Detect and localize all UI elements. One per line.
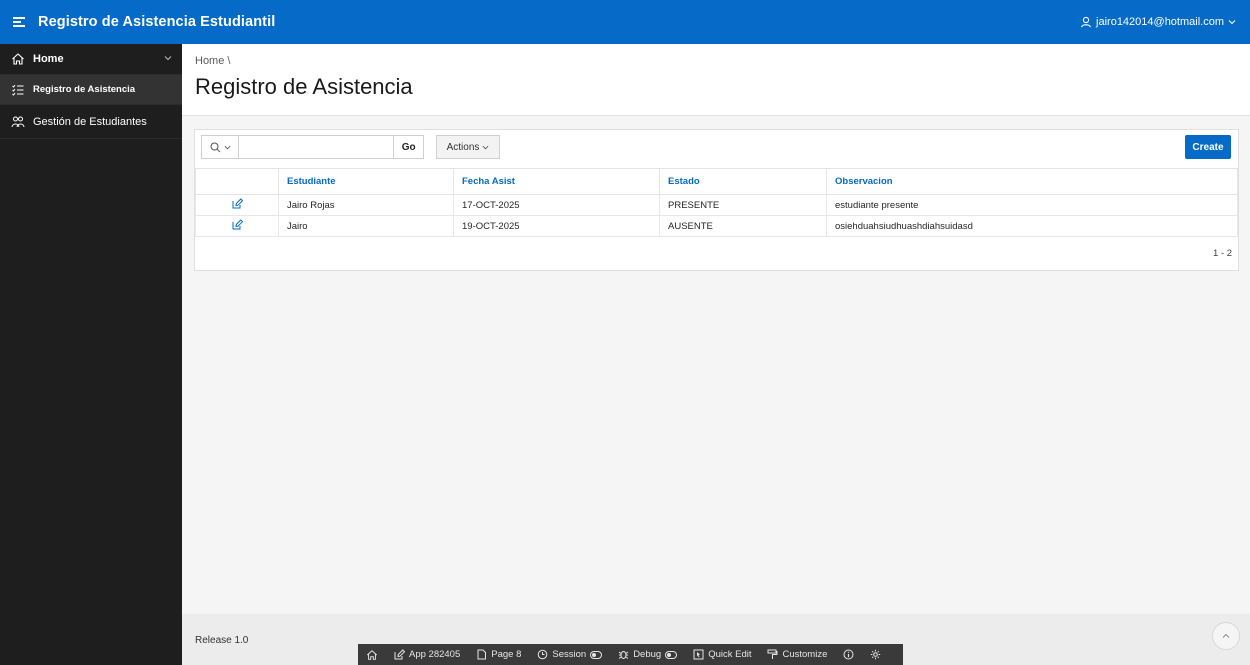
cell-estado: AUSENTE <box>659 215 827 237</box>
search-input[interactable] <box>239 136 394 158</box>
sidebar-item-label: Home <box>33 53 64 65</box>
table-header-row: Estudiante Fecha Asist Estado Observacio… <box>195 168 1238 195</box>
edit-cell[interactable] <box>195 194 279 216</box>
column-header-estudiante[interactable]: Estudiante <box>278 168 454 195</box>
main-content: Home \ Registro de Asistencia Go Actions… <box>182 44 1250 614</box>
column-header-fecha-asist[interactable]: Fecha Asist <box>453 168 660 195</box>
chevron-up-icon <box>1222 633 1230 638</box>
create-button[interactable]: Create <box>1185 135 1231 159</box>
info-icon <box>843 649 854 660</box>
chevron-down-icon[interactable] <box>164 54 172 62</box>
sidebar-item-label: Registro de Asistencia <box>33 84 136 95</box>
dev-debug-label: Debug <box>633 649 662 660</box>
dev-settings-button[interactable] <box>862 644 889 665</box>
developer-toolbar: App 282405 Page 8 Session Debug Quick Ed… <box>358 644 903 665</box>
home-icon <box>366 649 378 660</box>
cell-estudiante: Jairo <box>278 215 454 237</box>
dev-page-button[interactable]: Page 8 <box>468 644 529 665</box>
page-title: Registro de Asistencia <box>195 74 413 99</box>
dev-app-label: App 282405 <box>409 649 461 660</box>
quick-edit-icon <box>693 649 704 660</box>
search-column-button[interactable] <box>202 136 240 158</box>
dev-session-button[interactable]: Session <box>529 644 610 665</box>
toggle-icon <box>590 650 603 659</box>
release-label: Release 1.0 <box>195 635 249 646</box>
report-region: Go Actions Create Estudiante Fecha Asist… <box>194 129 1239 271</box>
report-toolbar: Go Actions Create <box>195 130 1238 162</box>
chevron-down-icon <box>1228 20 1236 25</box>
table-row: Jairo Rojas 17-OCT-2025 PRESENTE estudia… <box>195 194 1238 216</box>
user-email: jairo142014@hotmail.com <box>1096 16 1224 28</box>
cell-estudiante: Jairo Rojas <box>278 194 454 216</box>
search-icon <box>210 142 221 152</box>
page-icon <box>477 649 487 660</box>
users-icon <box>11 115 25 129</box>
column-header-observacion[interactable]: Observacion <box>826 168 1238 195</box>
dev-page-label: Page 8 <box>491 649 522 660</box>
edit-icon[interactable] <box>232 198 243 209</box>
go-button[interactable]: Go <box>393 136 423 158</box>
cell-fecha-asist: 19-OCT-2025 <box>453 215 660 237</box>
dev-app-button[interactable]: App 282405 <box>386 644 468 665</box>
dev-session-label: Session <box>552 649 587 660</box>
cell-fecha-asist: 17-OCT-2025 <box>453 194 660 216</box>
edit-icon[interactable] <box>232 219 243 230</box>
top-header: Registro de Asistencia Estudiantil jairo… <box>0 0 1250 44</box>
column-header-estado[interactable]: Estado <box>659 168 827 195</box>
menu-toggle-button[interactable] <box>0 0 38 44</box>
column-header-edit <box>195 168 279 195</box>
dev-quick-edit-button[interactable]: Quick Edit <box>685 644 759 665</box>
sidebar-item-label: Gestión de Estudiantes <box>33 115 147 128</box>
clock-icon <box>538 649 548 660</box>
scroll-to-top-button[interactable] <box>1212 622 1240 650</box>
bug-icon <box>618 651 629 659</box>
chevron-down-icon <box>224 145 231 149</box>
search-bar: Go <box>201 135 424 159</box>
dev-customize-label: Customize <box>782 649 828 660</box>
user-menu[interactable]: jairo142014@hotmail.com <box>1080 0 1236 44</box>
page-header: Home \ Registro de Asistencia <box>182 44 1250 116</box>
cell-observacion: osiehduahsiudhuashdiahsuidasd <box>826 215 1238 237</box>
user-icon <box>1080 16 1092 28</box>
report-table: Estudiante Fecha Asist Estado Observacio… <box>195 168 1238 237</box>
toggle-icon <box>665 650 678 659</box>
actions-label: Actions <box>446 141 480 153</box>
edit-cell[interactable] <box>195 215 279 237</box>
dev-info-button[interactable] <box>835 644 862 665</box>
pagination-info: 1 - 2 <box>1212 248 1232 259</box>
dev-home-button[interactable] <box>358 644 386 665</box>
app-title[interactable]: Registro de Asistencia Estudiantil <box>38 14 275 30</box>
cell-observacion: estudiante presente <box>826 194 1238 216</box>
sidebar-nav: Home Registro de Asistencia Gestión de E… <box>0 44 182 665</box>
home-icon <box>11 52 25 66</box>
breadcrumb[interactable]: Home \ <box>195 55 230 67</box>
edit-icon <box>394 649 405 660</box>
sidebar-item-home[interactable]: Home <box>0 44 182 75</box>
paint-roller-icon <box>767 649 778 659</box>
cell-estado: PRESENTE <box>659 194 827 216</box>
hamburger-icon <box>13 15 25 29</box>
dev-customize-button[interactable]: Customize <box>759 644 835 665</box>
sidebar-item-registro-asistencia[interactable]: Registro de Asistencia <box>0 75 182 105</box>
dev-quick-edit-label: Quick Edit <box>708 649 752 660</box>
gear-icon <box>871 649 881 660</box>
chevron-down-icon <box>482 145 489 149</box>
dev-debug-button[interactable]: Debug <box>610 644 685 665</box>
actions-menu-button[interactable]: Actions <box>436 135 500 159</box>
sidebar-item-gestion-estudiantes[interactable]: Gestión de Estudiantes <box>0 105 182 139</box>
list-icon <box>11 83 25 97</box>
table-row: Jairo 19-OCT-2025 AUSENTE osiehduahsiudh… <box>195 215 1238 237</box>
